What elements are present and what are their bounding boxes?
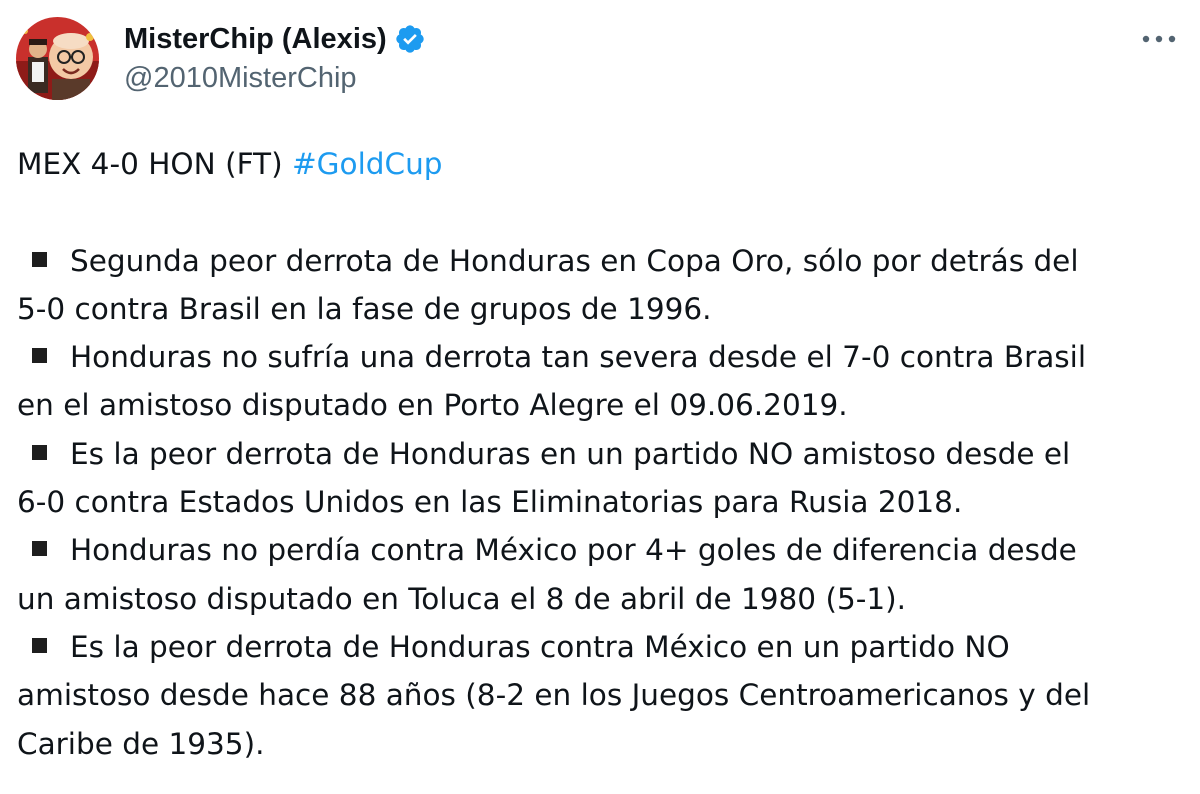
bullet-text: Segunda peor derrota de Honduras en Copa… bbox=[70, 243, 1079, 278]
bullet-square bbox=[32, 541, 47, 557]
bullet-square bbox=[32, 444, 47, 460]
bullet-text: Honduras no sufría una derrota tan sever… bbox=[70, 340, 1087, 375]
bullet-text: Es la peor derrota de Honduras en un par… bbox=[70, 436, 1071, 471]
more-horizontal-icon bbox=[1142, 35, 1176, 43]
author-name-row: MisterChip (Alexis) bbox=[124, 20, 426, 58]
bullet-item: Honduras no sufría una derrota tan sever… bbox=[17, 333, 1192, 430]
bullet-text: 6-0 contra Estados Unidos en las Elimina… bbox=[17, 485, 963, 520]
bullet-text: Honduras no perdía contra México por 4+ … bbox=[70, 533, 1077, 568]
more-options-button[interactable] bbox=[1136, 24, 1182, 54]
author-display-name[interactable]: MisterChip (Alexis) bbox=[124, 23, 387, 56]
bullet-square bbox=[32, 637, 47, 653]
hashtag-link[interactable]: #GoldCup bbox=[292, 147, 443, 181]
bullet-item: Honduras no perdía contra México por 4+ … bbox=[17, 526, 1192, 623]
bullet-text: Es la peor derrota de Honduras contra Mé… bbox=[70, 629, 1010, 664]
avatar[interactable] bbox=[16, 17, 99, 100]
verified-badge-icon bbox=[396, 25, 424, 53]
bullet-text: Caribe de 1935). bbox=[17, 726, 265, 761]
bullet-text: en el amistoso disputado en Porto Alegre… bbox=[17, 388, 848, 423]
tweet-headline: MEX 4-0 HON (FT) bbox=[17, 147, 283, 181]
bullet-square bbox=[32, 348, 47, 364]
tweet-headline-line: MEX 4-0 HON (FT) #GoldCup bbox=[17, 140, 1192, 188]
bullet-item: Segunda peor derrota de Honduras en Copa… bbox=[17, 237, 1192, 334]
tweet-card: MisterChip (Alexis) @2010MisterChip MEX … bbox=[0, 0, 1200, 794]
bullet-text: un amistoso disputado en Toluca el 8 de … bbox=[17, 581, 907, 616]
bullet-item: Es la peor derrota de Honduras contra Mé… bbox=[17, 623, 1192, 768]
author-handle[interactable]: @2010MisterChip bbox=[124, 62, 357, 95]
bullet-square bbox=[32, 251, 47, 267]
bullet-text: amistoso desde hace 88 años (8-2 en los … bbox=[17, 678, 1091, 713]
bullet-item: Es la peor derrota de Honduras en un par… bbox=[17, 430, 1192, 527]
bullet-text: 5-0 contra Brasil en la fase de grupos d… bbox=[17, 291, 712, 326]
tweet-text: MEX 4-0 HON (FT) #GoldCup Segunda peor d… bbox=[17, 140, 1192, 768]
avatar-image bbox=[16, 17, 99, 100]
